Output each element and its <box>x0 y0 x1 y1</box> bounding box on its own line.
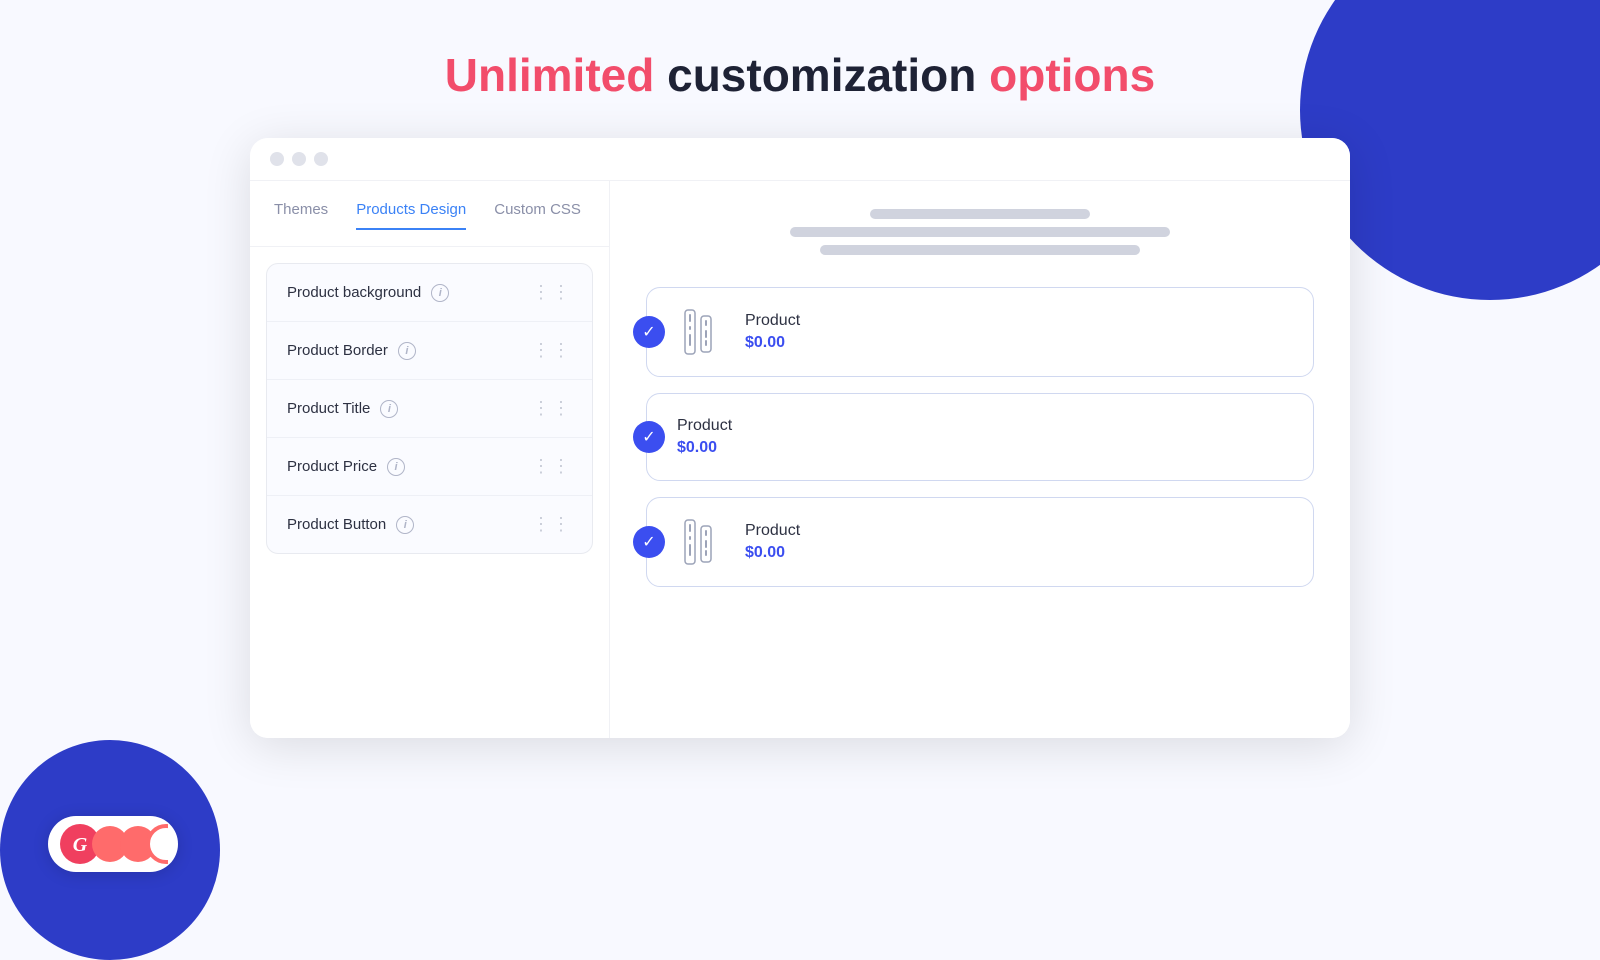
product-card-1[interactable]: ✓ Product <box>646 287 1314 377</box>
settings-item-left-price: Product Price i <box>287 458 405 476</box>
browser-body: Themes Products Design Custom CSS Produc… <box>250 181 1350 738</box>
logo-area: G <box>48 816 178 872</box>
drag-handle-product-price[interactable]: ⋮⋮ <box>532 456 572 477</box>
browser-window: Themes Products Design Custom CSS Produc… <box>250 138 1350 738</box>
product-price-1: $0.00 <box>745 334 800 352</box>
browser-bar <box>250 138 1350 181</box>
tabs: Themes Products Design Custom CSS <box>250 201 609 247</box>
logo: G <box>48 816 178 872</box>
settings-item-label-product-title: Product Title <box>287 400 370 417</box>
product-info-2: Product $0.00 <box>677 417 732 457</box>
settings-item-left-border: Product Border i <box>287 342 416 360</box>
info-icon-product-button: i <box>396 516 414 534</box>
settings-item-product-button[interactable]: Product Button i ⋮⋮ <box>267 496 592 553</box>
info-icon-product-background: i <box>431 284 449 302</box>
product-card-inner-3: Product $0.00 <box>677 516 1291 568</box>
product-info-3: Product $0.00 <box>745 522 800 562</box>
settings-item-left: Product background i <box>287 284 449 302</box>
product-name-2: Product <box>677 417 732 435</box>
drag-handle-product-button[interactable]: ⋮⋮ <box>532 514 572 535</box>
info-icon-product-title: i <box>380 400 398 418</box>
tab-products-design[interactable]: Products Design <box>356 201 466 230</box>
placeholder-bar-long <box>790 227 1170 237</box>
product-name-3: Product <box>745 522 800 540</box>
placeholder-bar-short <box>870 209 1090 219</box>
settings-item-product-border[interactable]: Product Border i ⋮⋮ <box>267 322 592 380</box>
product-icon-3 <box>677 516 729 568</box>
title-options: options <box>989 49 1155 101</box>
right-panel: ✓ Product <box>610 181 1350 738</box>
title-unlimited: Unlimited <box>445 49 655 101</box>
logo-svg: G <box>58 822 168 866</box>
settings-item-label-product-price: Product Price <box>287 458 377 475</box>
settings-item-product-price[interactable]: Product Price i ⋮⋮ <box>267 438 592 496</box>
browser-dot-2 <box>292 152 306 166</box>
svg-text:G: G <box>73 834 88 856</box>
product-name-1: Product <box>745 312 800 330</box>
info-icon-product-price: i <box>387 458 405 476</box>
drag-handle-product-background[interactable]: ⋮⋮ <box>532 282 572 303</box>
browser-dot-1 <box>270 152 284 166</box>
info-icon-product-border: i <box>398 342 416 360</box>
settings-item-product-background[interactable]: Product background i ⋮⋮ <box>267 264 592 322</box>
settings-item-product-title[interactable]: Product Title i ⋮⋮ <box>267 380 592 438</box>
settings-item-left-title: Product Title i <box>287 400 398 418</box>
drag-handle-product-border[interactable]: ⋮⋮ <box>532 340 572 361</box>
tab-custom-css[interactable]: Custom CSS <box>494 201 581 230</box>
settings-item-left-button: Product Button i <box>287 516 414 534</box>
settings-item-label-product-border: Product Border <box>287 342 388 359</box>
product-card-2[interactable]: ✓ Product $0.00 <box>646 393 1314 481</box>
drag-handle-product-title[interactable]: ⋮⋮ <box>532 398 572 419</box>
settings-item-label-product-background: Product background <box>287 284 421 301</box>
check-badge-1: ✓ <box>633 316 665 348</box>
product-card-3[interactable]: ✓ Product <box>646 497 1314 587</box>
product-price-3: $0.00 <box>745 544 800 562</box>
tab-themes[interactable]: Themes <box>274 201 328 230</box>
left-panel: Themes Products Design Custom CSS Produc… <box>250 181 610 738</box>
check-badge-2: ✓ <box>633 421 665 453</box>
page-title: Unlimited customization options <box>445 48 1155 102</box>
placeholder-bars <box>646 209 1314 255</box>
product-icon-1 <box>677 306 729 358</box>
product-price-2: $0.00 <box>677 439 732 457</box>
browser-dot-3 <box>314 152 328 166</box>
browser-dots <box>270 152 328 166</box>
title-customization: customization <box>654 49 989 101</box>
page-content: Unlimited customization options Themes P… <box>0 0 1600 738</box>
check-badge-3: ✓ <box>633 526 665 558</box>
settings-item-label-product-button: Product Button <box>287 516 386 533</box>
product-info-1: Product $0.00 <box>745 312 800 352</box>
product-card-inner-2: Product $0.00 <box>677 417 1291 457</box>
placeholder-bar-medium <box>820 245 1140 255</box>
settings-list: Product background i ⋮⋮ Product Border i… <box>266 263 593 554</box>
product-card-inner-1: Product $0.00 <box>677 306 1291 358</box>
